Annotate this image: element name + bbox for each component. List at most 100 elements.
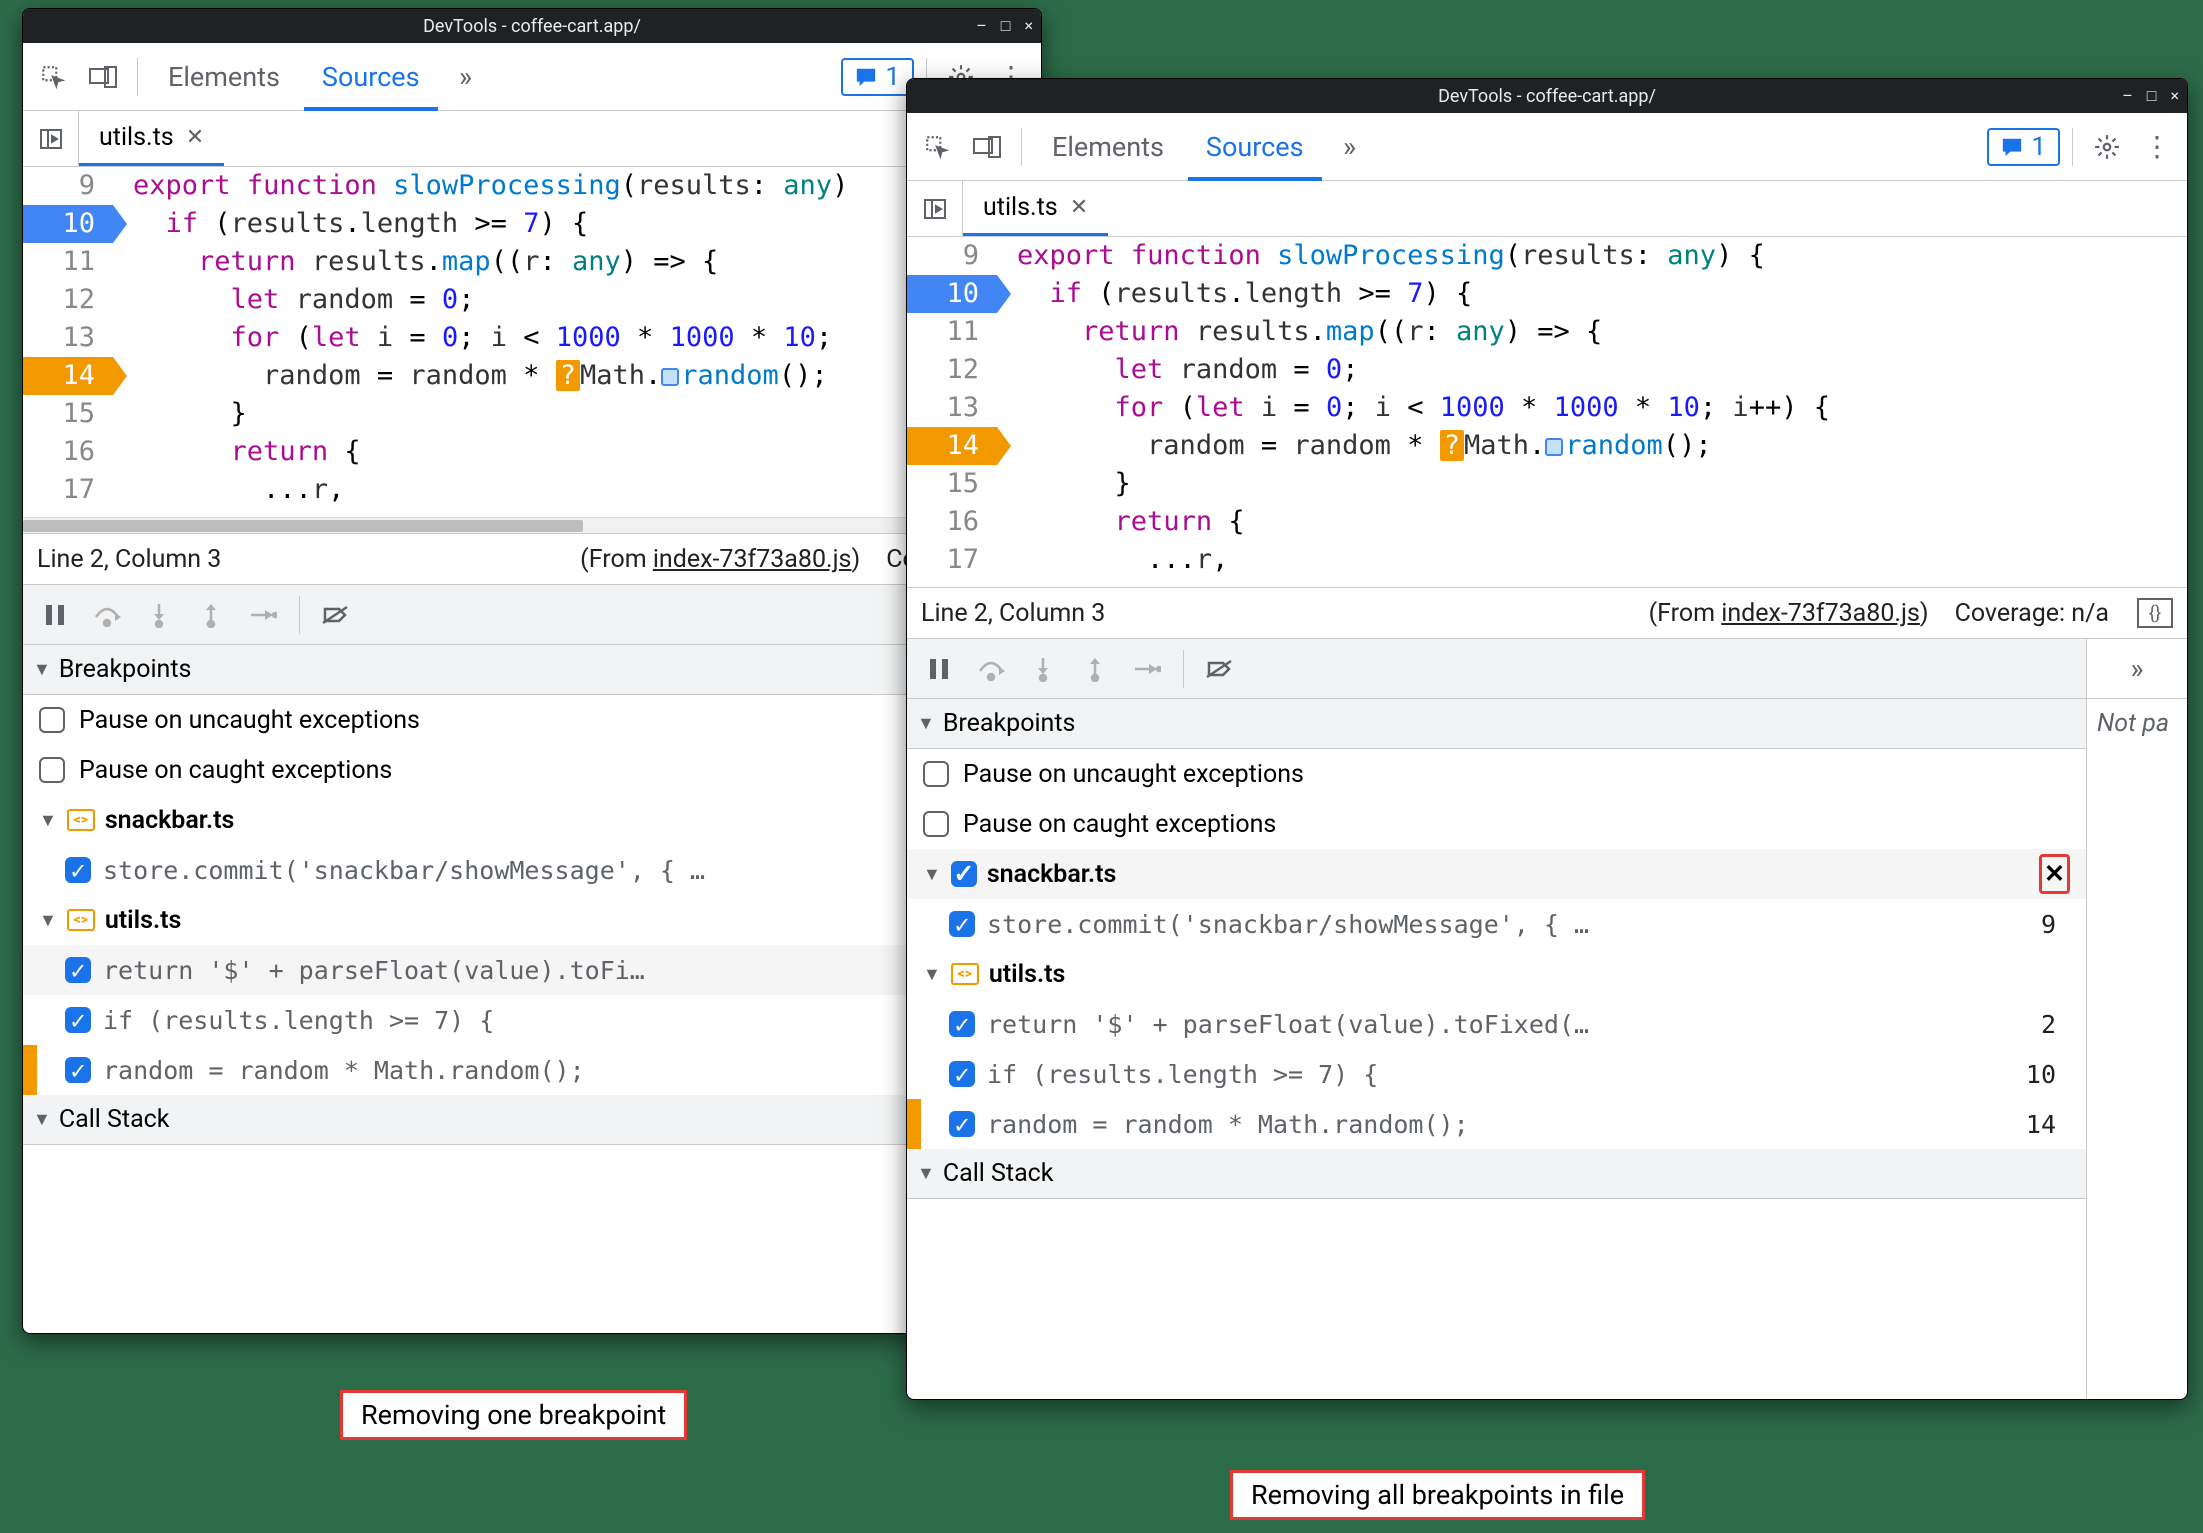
bp-checkbox[interactable]: ✓ xyxy=(949,911,975,937)
bp-checkbox[interactable]: ✓ xyxy=(65,1007,91,1033)
tab-elements[interactable]: Elements xyxy=(1034,113,1182,181)
bp-item-snackbar-1[interactable]: ✓ store.commit('snackbar/showMessage', {… xyxy=(23,845,1041,895)
step-icon[interactable] xyxy=(241,593,285,637)
step-icon[interactable] xyxy=(1125,647,1169,691)
bp-item-utils-1[interactable]: ✓ return '$' + parseFloat(value).toFixed… xyxy=(907,999,2086,1049)
deactivate-breakpoints-icon[interactable] xyxy=(314,593,358,637)
editor-statusbar: Line 2, Column 3 (From index-73f73a80.js… xyxy=(907,587,2187,639)
sourcemap-info[interactable]: (From index-73f73a80.js) xyxy=(1649,599,1929,628)
breakpoints-section-header[interactable]: ▼ Breakpoints xyxy=(907,699,2086,749)
more-menu-icon[interactable]: ⋮ xyxy=(2135,125,2179,169)
issues-badge[interactable]: 1 xyxy=(841,58,914,96)
callstack-section-header[interactable]: ▼ Call Stack xyxy=(23,1095,1041,1145)
pause-uncaught-checkbox[interactable] xyxy=(39,707,65,733)
bp-checkbox[interactable]: ✓ xyxy=(65,957,91,983)
pretty-print-icon[interactable]: {} xyxy=(2137,598,2173,628)
pause-icon[interactable] xyxy=(33,593,77,637)
bp-checkbox[interactable]: ✓ xyxy=(949,1061,975,1087)
titlebar[interactable]: DevTools - coffee-cart.app/ – □ × xyxy=(23,9,1041,43)
bp-checkbox[interactable]: ✓ xyxy=(949,1011,975,1037)
tab-elements[interactable]: Elements xyxy=(150,43,298,111)
deactivate-breakpoints-icon[interactable] xyxy=(1198,647,1242,691)
debug-toolbar xyxy=(907,639,2086,699)
bp-item-utils-3[interactable]: ✓ random = random * Math.random(); 14 xyxy=(907,1099,2086,1149)
close-icon[interactable]: × xyxy=(2170,86,2179,106)
more-tabs-icon[interactable]: » xyxy=(2087,639,2187,699)
pause-uncaught-row[interactable]: Pause on uncaught exceptions xyxy=(907,749,2086,799)
remove-file-breakpoints-icon[interactable]: ✕ xyxy=(2039,854,2070,894)
not-paused-label: Not pa xyxy=(2087,699,2187,748)
close-tab-icon[interactable]: ✕ xyxy=(186,125,204,150)
bp-file-snackbar[interactable]: ▼ ✓ snackbar.ts ✕ xyxy=(907,849,2086,899)
more-tabs-icon[interactable]: » xyxy=(1328,125,1372,169)
ts-file-icon: <> xyxy=(951,963,979,985)
issues-count: 1 xyxy=(2031,132,2046,162)
pause-caught-checkbox[interactable] xyxy=(39,757,65,783)
step-out-icon[interactable] xyxy=(1073,647,1117,691)
more-tabs-icon[interactable]: » xyxy=(444,55,488,99)
bp-item-snackbar-1[interactable]: ✓ store.commit('snackbar/showMessage', {… xyxy=(907,899,2086,949)
step-over-icon[interactable] xyxy=(969,647,1013,691)
minimize-icon[interactable]: – xyxy=(976,16,987,36)
conditional-bp-marker xyxy=(907,1099,921,1149)
bp-line: 9 xyxy=(2041,910,2070,939)
chevron-down-icon: ▼ xyxy=(39,910,57,931)
maximize-icon[interactable]: □ xyxy=(1001,16,1011,36)
main-toolbar: Elements Sources » 1 ⋮ xyxy=(907,113,2187,181)
code-editor[interactable]: 91011121314?151617 export function slowP… xyxy=(23,167,1041,517)
bp-item-utils-3[interactable]: ✓ random = random * Math.random(); 14 xyxy=(23,1045,1041,1095)
minimize-icon[interactable]: – xyxy=(2122,86,2133,106)
bp-code: random = random * Math.random(); xyxy=(103,1056,969,1085)
titlebar[interactable]: DevTools - coffee-cart.app/ – □ × xyxy=(907,79,2187,113)
show-navigator-icon[interactable] xyxy=(907,181,963,237)
step-out-icon[interactable] xyxy=(189,593,233,637)
bp-file-checkbox[interactable]: ✓ xyxy=(951,861,977,887)
tab-sources[interactable]: Sources xyxy=(1188,113,1322,181)
file-tab-utils[interactable]: utils.ts ✕ xyxy=(963,181,1108,236)
callstack-section-header[interactable]: ▼ Call Stack xyxy=(907,1149,2086,1199)
caption-right: Removing all breakpoints in file xyxy=(1230,1470,1645,1520)
bp-checkbox[interactable]: ✓ xyxy=(949,1111,975,1137)
device-toggle-icon[interactable] xyxy=(965,125,1009,169)
inspect-icon[interactable] xyxy=(31,55,75,99)
pause-caught-checkbox[interactable] xyxy=(923,811,949,837)
code-lines[interactable]: export function slowProcessing(results: … xyxy=(113,167,848,517)
bp-checkbox[interactable]: ✓ xyxy=(65,1057,91,1083)
file-tab-utils[interactable]: utils.ts ✕ xyxy=(79,111,224,166)
tab-sources[interactable]: Sources xyxy=(304,43,438,111)
bp-item-utils-2[interactable]: ✓ if (results.length >= 7) { 10 xyxy=(907,1049,2086,1099)
pause-icon[interactable] xyxy=(917,647,961,691)
maximize-icon[interactable]: □ xyxy=(2147,86,2157,106)
code-lines[interactable]: export function slowProcessing(results: … xyxy=(997,237,1830,587)
show-navigator-icon[interactable] xyxy=(23,111,79,167)
close-tab-icon[interactable]: ✕ xyxy=(1070,195,1088,220)
chevron-down-icon: ▼ xyxy=(33,659,51,680)
bp-checkbox[interactable]: ✓ xyxy=(65,857,91,883)
device-toggle-icon[interactable] xyxy=(81,55,125,99)
bp-file-utils[interactable]: ▼ <> utils.ts xyxy=(907,949,2086,999)
divider xyxy=(137,58,138,96)
settings-icon[interactable] xyxy=(2085,125,2129,169)
bp-file-snackbar[interactable]: ▼ <> snackbar.ts xyxy=(23,795,1041,845)
step-into-icon[interactable] xyxy=(1021,647,1065,691)
pause-caught-row[interactable]: Pause on caught exceptions xyxy=(907,799,2086,849)
issues-badge[interactable]: 1 xyxy=(1987,128,2060,166)
step-into-icon[interactable] xyxy=(137,593,181,637)
pause-caught-row[interactable]: Pause on caught exceptions xyxy=(23,745,1041,795)
step-over-icon[interactable] xyxy=(85,593,129,637)
breakpoints-section-header[interactable]: ▼ Breakpoints xyxy=(23,645,1041,695)
bp-item-utils-2[interactable]: ✓ if (results.length >= 7) { 10 xyxy=(23,995,1041,1045)
code-editor[interactable]: 91011121314?151617 export function slowP… xyxy=(907,237,2187,587)
cursor-position: Line 2, Column 3 xyxy=(37,545,221,574)
pause-uncaught-row[interactable]: Pause on uncaught exceptions xyxy=(23,695,1041,745)
bp-file-utils[interactable]: ▼ <> utils.ts xyxy=(23,895,1041,945)
inspect-icon[interactable] xyxy=(915,125,959,169)
horizontal-scrollbar[interactable] xyxy=(23,517,1041,533)
breakpoints-section-label: Breakpoints xyxy=(59,655,192,684)
close-icon[interactable]: × xyxy=(1024,16,1033,36)
bp-item-utils-1[interactable]: ✓ return '$' + parseFloat(value).toFi… ✕… xyxy=(23,945,1041,995)
line-gutter[interactable]: 91011121314?151617 xyxy=(907,237,997,587)
line-gutter[interactable]: 91011121314?151617 xyxy=(23,167,113,517)
sourcemap-info[interactable]: (From index-73f73a80.js) xyxy=(580,545,860,574)
pause-uncaught-checkbox[interactable] xyxy=(923,761,949,787)
